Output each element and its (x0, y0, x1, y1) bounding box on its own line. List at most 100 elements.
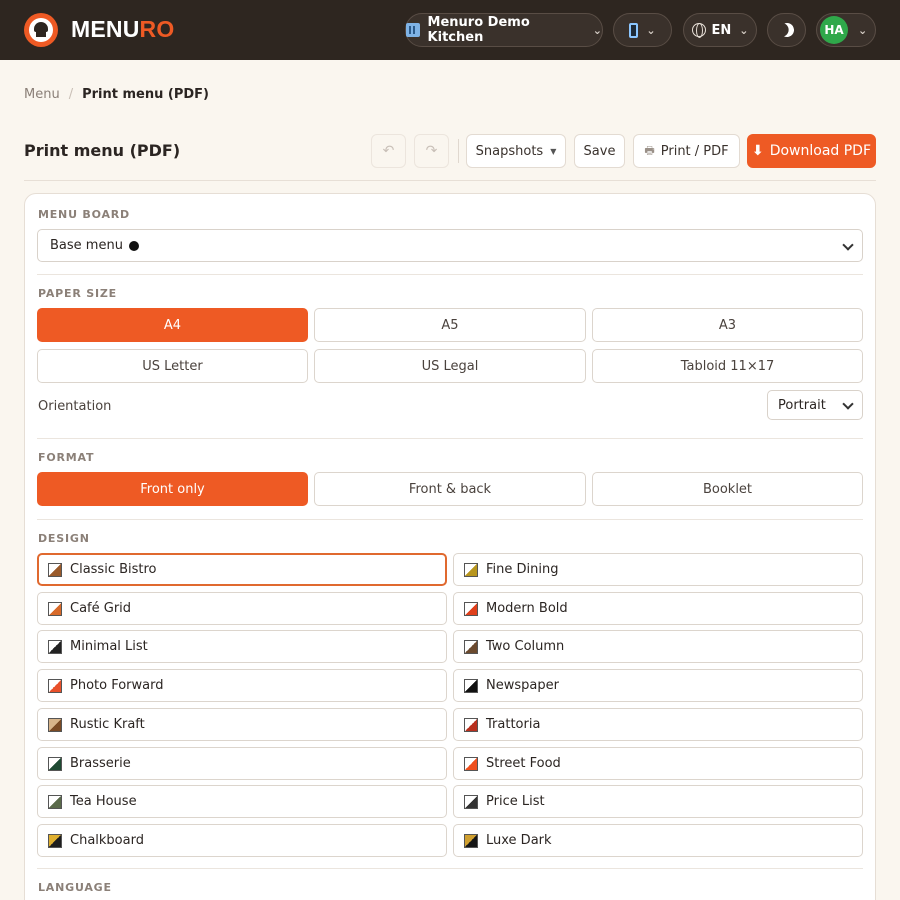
brand-logo[interactable]: MENURO (71, 16, 174, 43)
paper-option-us-legal[interactable]: US Legal (314, 349, 586, 383)
header-divider (24, 180, 876, 181)
theme-toggle[interactable] (767, 13, 806, 47)
orientation-value: Portrait (778, 397, 826, 413)
design-option-two-column[interactable]: Two Column (453, 630, 863, 663)
design-option-label: Two Column (486, 639, 565, 654)
paper-size-label: PAPER SIZE (38, 287, 117, 300)
design-option-label: Trattoria (486, 717, 541, 732)
globe-icon (691, 23, 706, 38)
paper-option-a3[interactable]: A3 (592, 308, 863, 342)
design-option-modern-bold[interactable]: Modern Bold (453, 592, 863, 625)
option-label: Front & back (408, 481, 492, 497)
option-label: A3 (718, 317, 737, 333)
device-switcher[interactable]: ⌄ (613, 13, 672, 47)
moon-icon (778, 21, 796, 39)
design-option-caf-grid[interactable]: Café Grid (37, 592, 447, 625)
caret-down-icon: ▼ (550, 146, 557, 156)
design-option-brasserie[interactable]: Brasserie (37, 747, 447, 780)
language-code: EN (711, 22, 732, 38)
format-option-front-only[interactable]: Front only (37, 472, 308, 506)
snapshots-button[interactable]: Snapshots ▼ (466, 134, 566, 168)
design-option-label: Luxe Dark (486, 833, 552, 848)
design-option-chalkboard[interactable]: Chalkboard (37, 824, 447, 857)
design-swatch-icon (464, 639, 478, 654)
print-button[interactable]: 🖶 Print / PDF (633, 134, 740, 168)
toolbar-divider (458, 139, 459, 163)
kitchen-name: Menuro Demo Kitchen (427, 15, 530, 45)
design-swatch-icon (464, 678, 478, 693)
option-label: A5 (441, 317, 459, 333)
language-label: LANGUAGE (38, 881, 112, 894)
design-option-label: Photo Forward (70, 678, 164, 693)
print-label: Print / PDF (660, 143, 729, 159)
chevron-down-icon: ⌄ (646, 23, 656, 37)
option-label: Tabloid 11×17 (680, 358, 775, 374)
design-option-label: Rustic Kraft (70, 717, 145, 732)
kitchen-switcher[interactable]: Menuro Demo Kitchen ⌄ (405, 13, 603, 47)
paper-option-a4[interactable]: A4 (37, 308, 308, 342)
format-option-front-back[interactable]: Front & back (314, 472, 586, 506)
design-option-label: Café Grid (70, 601, 132, 616)
undo-button[interactable]: ↶ (371, 134, 406, 168)
design-option-newspaper[interactable]: Newspaper (453, 669, 863, 702)
design-swatch-icon (464, 601, 478, 616)
redo-icon: ↷ (425, 143, 438, 159)
design-option-trattoria[interactable]: Trattoria (453, 708, 863, 741)
chef-hat-logo-icon[interactable] (24, 13, 58, 47)
chevron-down-icon (842, 398, 854, 410)
design-option-street-food[interactable]: Street Food (453, 747, 863, 780)
save-button[interactable]: Save (574, 134, 625, 168)
design-label: DESIGN (38, 532, 90, 545)
design-swatch-icon (48, 601, 62, 616)
menu-board-select[interactable]: Base menu (37, 229, 863, 262)
design-swatch-icon (464, 833, 478, 848)
top-bar: MENURO Menuro Demo Kitchen ⌄ ⌄ EN ⌄ HA ⌄ (0, 0, 900, 60)
paper-option-us-letter[interactable]: US Letter (37, 349, 308, 383)
paper-option-tabloid[interactable]: Tabloid 11×17 (592, 349, 863, 383)
undo-icon: ↶ (382, 143, 395, 159)
design-swatch-icon (48, 794, 62, 809)
option-label: Booklet (702, 481, 753, 497)
language-switcher[interactable]: EN ⌄ (683, 13, 757, 47)
design-option-classic-bistro[interactable]: Classic Bistro (37, 553, 447, 586)
design-swatch-icon (48, 717, 62, 732)
breadcrumb-current: Print menu (PDF) (82, 87, 209, 102)
redo-button[interactable]: ↷ (414, 134, 449, 168)
paper-option-a5[interactable]: A5 (314, 308, 586, 342)
orientation-select[interactable]: Portrait (767, 390, 863, 420)
format-label: FORMAT (38, 451, 95, 464)
design-option-label: Price List (486, 794, 545, 809)
option-label: Front only (140, 481, 205, 497)
design-option-price-list[interactable]: Price List (453, 785, 863, 818)
section-divider (37, 438, 863, 439)
design-option-label: Newspaper (486, 678, 559, 693)
design-swatch-icon (48, 756, 62, 771)
design-option-fine-dining[interactable]: Fine Dining (453, 553, 863, 586)
breadcrumb-menu-link[interactable]: Menu (24, 87, 60, 102)
design-option-label: Minimal List (70, 639, 148, 654)
download-pdf-button[interactable]: ⬇ Download PDF (747, 134, 876, 168)
design-option-label: Modern Bold (486, 601, 568, 616)
download-icon: ⬇ (751, 143, 764, 159)
black-circle-icon (128, 240, 139, 251)
design-option-label: Brasserie (70, 756, 131, 771)
phone-icon (629, 22, 639, 38)
page-title: Print menu (PDF) (24, 141, 181, 160)
menu-board-label: MENU BOARD (38, 208, 130, 221)
print-settings-card: MENU BOARD Base menu PAPER SIZE A4 A5 A3… (24, 193, 876, 900)
breadcrumb-separator: / (68, 87, 74, 102)
design-option-tea-house[interactable]: Tea House (37, 785, 447, 818)
format-option-booklet[interactable]: Booklet (592, 472, 863, 506)
design-swatch-icon (464, 794, 478, 809)
design-option-luxe-dark[interactable]: Luxe Dark (453, 824, 863, 857)
design-option-photo-forward[interactable]: Photo Forward (37, 669, 447, 702)
design-swatch-icon (48, 562, 62, 577)
design-option-minimal-list[interactable]: Minimal List (37, 630, 447, 663)
avatar: HA (820, 16, 848, 44)
user-menu[interactable]: HA ⌄ (816, 13, 876, 47)
section-divider (37, 519, 863, 520)
chevron-down-icon (842, 239, 854, 251)
design-option-rustic-kraft[interactable]: Rustic Kraft (37, 708, 447, 741)
chevron-down-icon: ⌄ (858, 23, 868, 37)
design-option-label: Classic Bistro (70, 562, 157, 577)
